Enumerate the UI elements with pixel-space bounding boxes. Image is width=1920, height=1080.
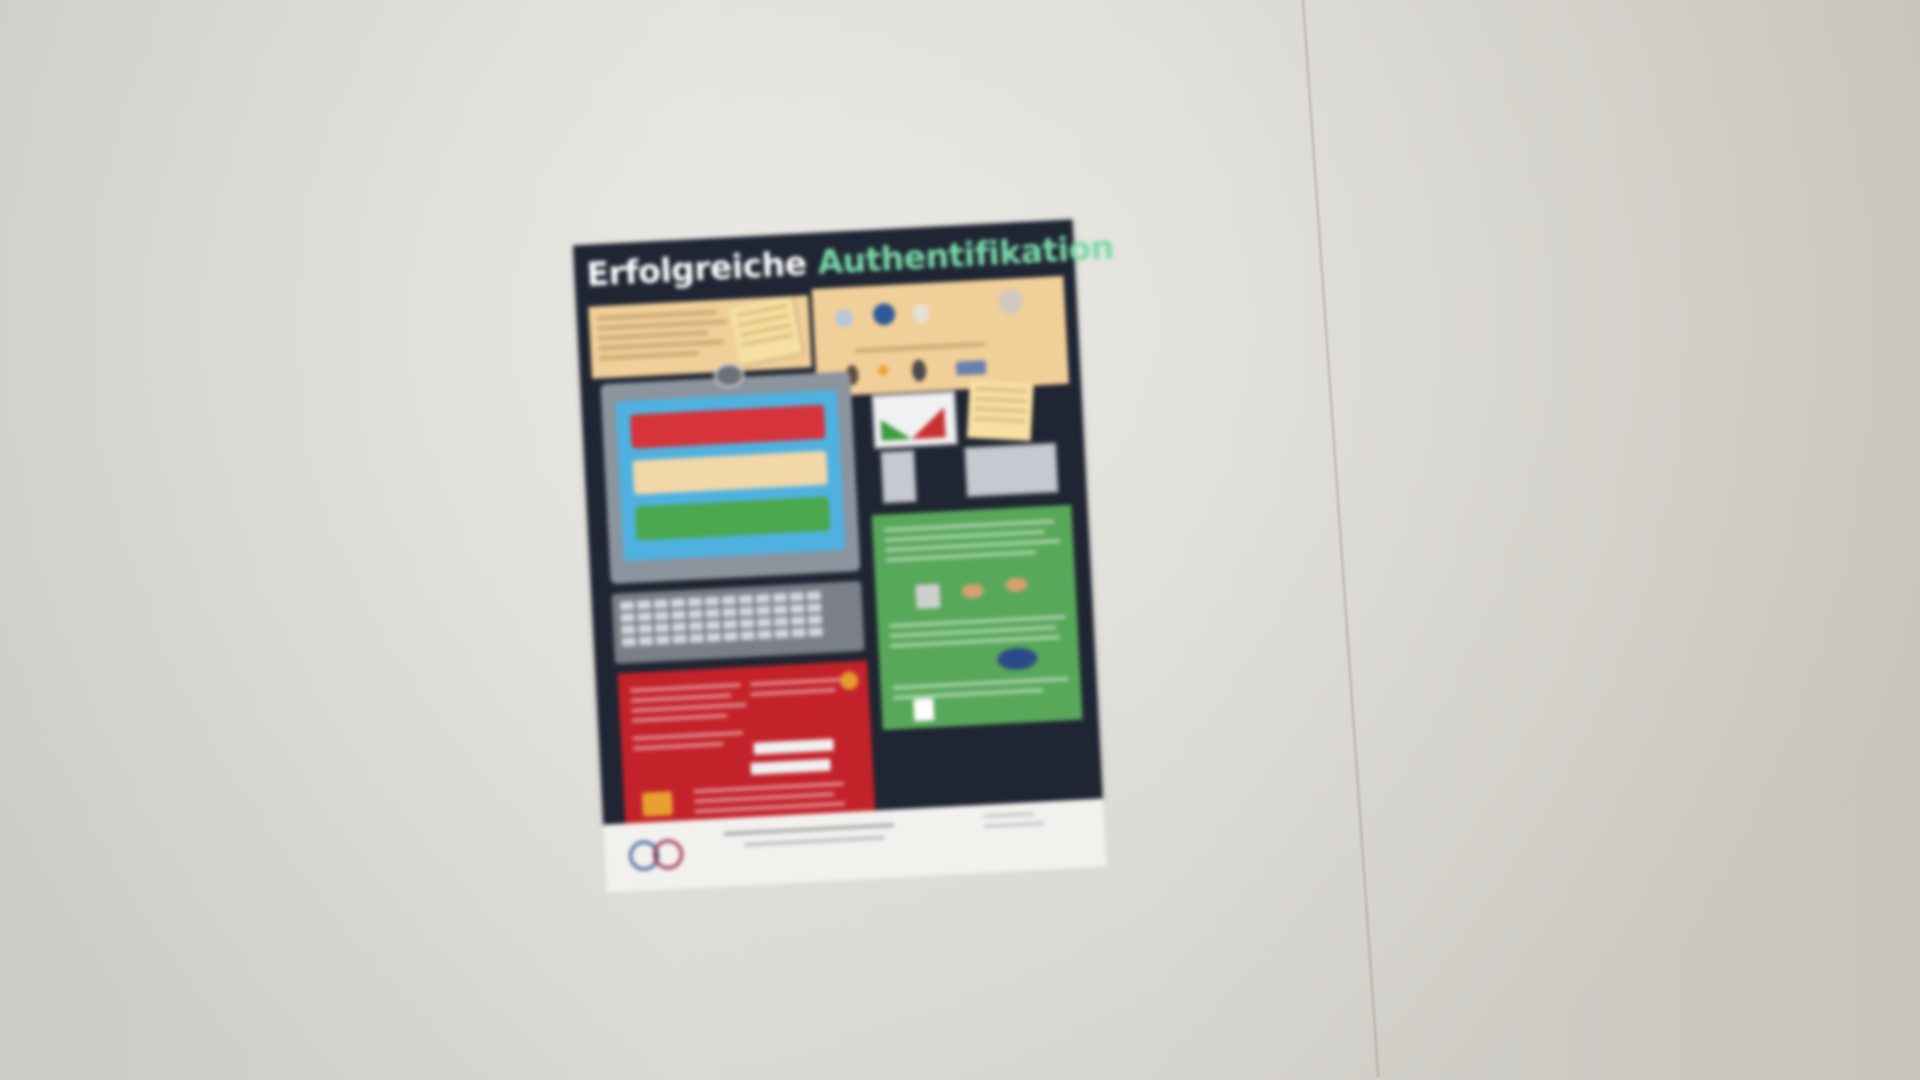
hand-token-icon-2 xyxy=(1005,577,1028,593)
card-reader-icon xyxy=(964,442,1059,498)
paper-strip-icon-2 xyxy=(750,758,831,775)
red-warning-panel xyxy=(617,660,876,834)
keyboard-illustration xyxy=(611,580,865,664)
poster-title-part2: Authentifikation xyxy=(816,227,1115,282)
hand-icon xyxy=(912,303,930,324)
qr-code-icon xyxy=(915,583,941,610)
mini-chart xyxy=(871,390,959,450)
sticky-note-top xyxy=(728,295,803,366)
poster-title-part1: Erfolgreiche xyxy=(585,243,808,294)
monitor-screen xyxy=(615,389,846,562)
warning-badge-icon xyxy=(839,671,859,691)
fingerprint-icon xyxy=(834,308,854,328)
padlock-icon xyxy=(641,791,674,817)
sticky-note-middle xyxy=(966,379,1034,442)
badge-icon xyxy=(996,646,1038,671)
star-icon xyxy=(877,365,889,376)
webcam-icon xyxy=(713,362,745,389)
strength-bar-weak xyxy=(630,404,826,449)
strength-bar-medium xyxy=(632,450,828,495)
hand-token-icon xyxy=(961,583,985,599)
card-icon xyxy=(913,698,935,722)
poster-body: Erfolgreiche Authentifikation xyxy=(573,219,1114,834)
poster: Erfolgreiche Authentifikation xyxy=(573,219,1114,904)
paper-strip-icon xyxy=(753,738,834,755)
group-icon xyxy=(955,360,987,376)
strength-bar-strong xyxy=(634,496,831,541)
phone-icon xyxy=(880,449,917,504)
institution-logo xyxy=(622,834,694,878)
monitor-illustration xyxy=(600,362,861,585)
face-icon xyxy=(997,288,1024,316)
figure-icon xyxy=(911,359,927,382)
eye-icon xyxy=(872,302,896,326)
green-info-panel xyxy=(871,504,1083,730)
